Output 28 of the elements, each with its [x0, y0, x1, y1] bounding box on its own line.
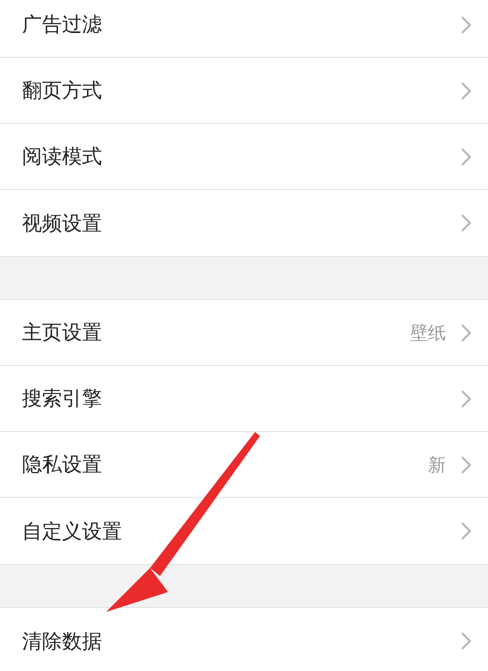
chevron-icon	[460, 388, 472, 408]
chevron-icon	[460, 322, 472, 342]
item-label: 搜索引擎	[22, 385, 102, 412]
item-value: 壁纸	[410, 322, 446, 344]
item-label: 隐私设置	[22, 451, 102, 478]
settings-item[interactable]: 翻页方式	[0, 58, 488, 124]
item-value: 新	[428, 454, 446, 476]
item-label: 阅读模式	[22, 143, 102, 170]
settings-item[interactable]: 视频设置	[0, 190, 488, 256]
settings-item[interactable]: 广告过滤	[0, 0, 488, 58]
item-label: 广告过滤	[22, 11, 102, 38]
settings-item[interactable]: 阅读模式	[0, 124, 488, 190]
chevron-icon	[460, 146, 472, 166]
chevron-icon	[460, 454, 472, 474]
settings-item[interactable]: 搜索引擎	[0, 366, 488, 432]
item-label: 自定义设置	[22, 518, 122, 544]
item-label: 清除数据	[22, 628, 102, 654]
chevron-icon	[460, 14, 472, 34]
chevron-icon	[460, 631, 472, 651]
item-label: 翻页方式	[22, 77, 102, 104]
chevron-icon	[460, 80, 472, 100]
item-label: 主页设置	[22, 319, 102, 346]
chevron-icon	[460, 521, 472, 541]
chevron-icon	[460, 213, 472, 233]
settings-item[interactable]: 自定义设置	[0, 498, 488, 564]
settings-item[interactable]: 主页设置 壁纸	[0, 300, 488, 366]
settings-item[interactable]: 清除数据	[0, 608, 488, 671]
item-label: 视频设置	[22, 210, 102, 236]
